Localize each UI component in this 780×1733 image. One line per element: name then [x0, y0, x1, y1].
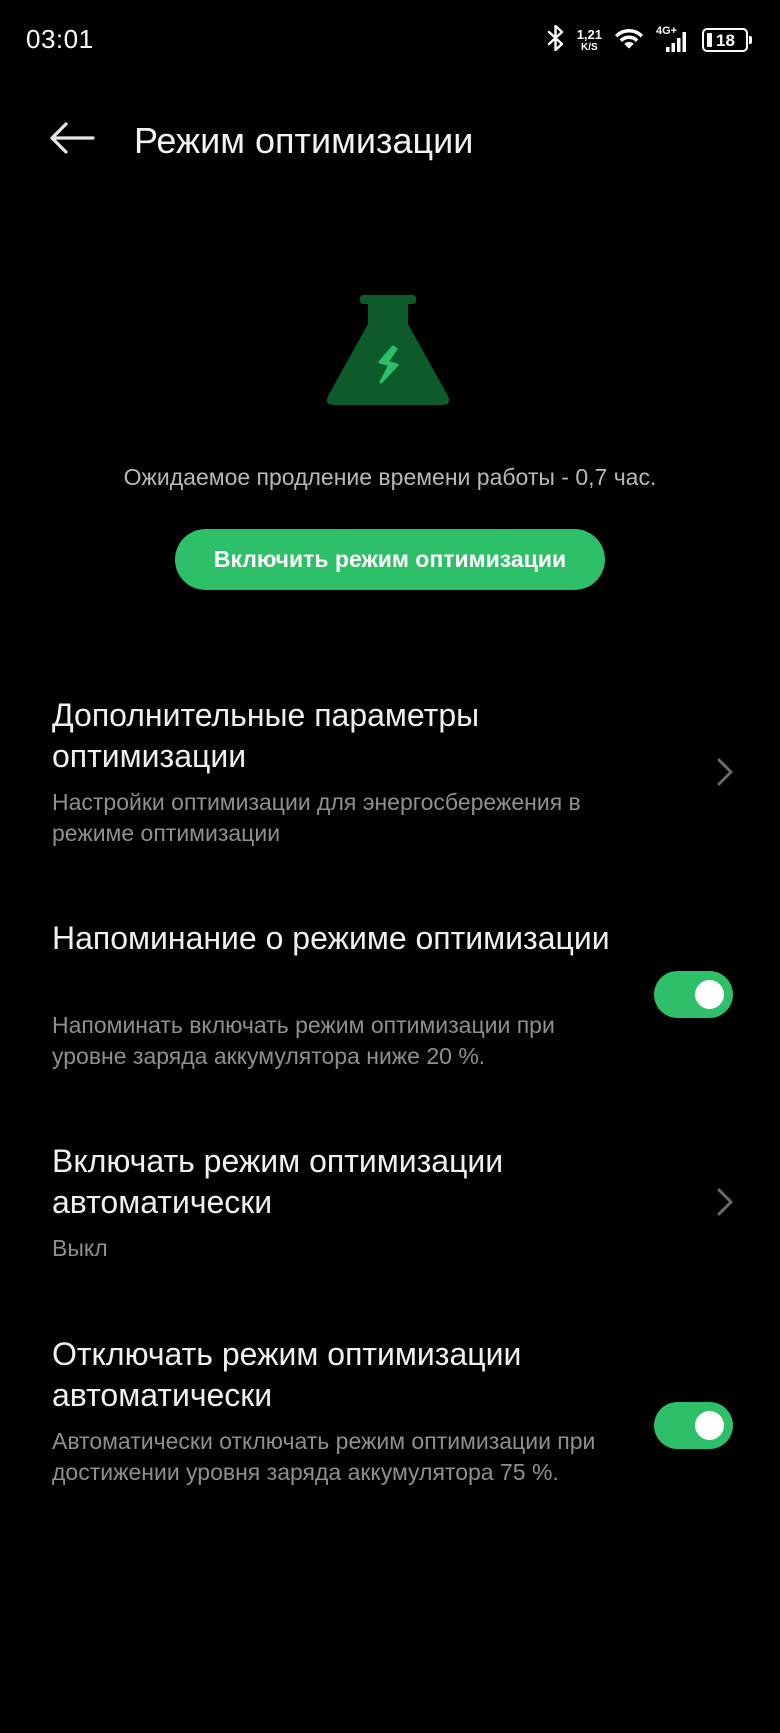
setting-subtitle: Напоминать включать режим оптимизации пр…	[52, 1012, 555, 1069]
battery-extension-estimate: Ожидаемое продление времени работы - 0,7…	[123, 464, 657, 490]
setting-subtitle: Настройки оптимизации для энергосбережен…	[52, 789, 581, 846]
status-icons: 1,21 K/S 4G+ 18	[547, 20, 752, 60]
cellular-signal-icon: 4G+	[656, 26, 690, 54]
enable-optimization-button[interactable]: Включить режим оптимизации	[175, 529, 605, 590]
toggle-knob	[695, 1411, 724, 1440]
network-speed-value: 1,21	[576, 26, 602, 42]
back-arrow-icon	[49, 121, 95, 160]
setting-subtitle: Выкл	[52, 1235, 108, 1261]
app-header: Режим оптимизации	[0, 100, 780, 180]
status-bar: 03:01 1,21 K/S 4G+ 18	[0, 0, 780, 80]
status-time: 03:01	[26, 24, 94, 54]
bluetooth-icon	[547, 24, 565, 56]
battery-icon: 18	[702, 28, 752, 52]
wifi-icon	[614, 26, 644, 55]
setting-subtitle: Автоматически отключать режим оптимизаци…	[52, 1428, 596, 1485]
reminder-toggle[interactable]	[654, 971, 733, 1018]
network-speed: 1,21 K/S	[577, 28, 602, 53]
setting-auto-disable: Отключать режим оптимизации автоматическ…	[0, 1329, 780, 1529]
network-speed-unit: K/S	[581, 41, 598, 53]
battery-fill	[707, 33, 712, 47]
back-button[interactable]	[44, 114, 100, 166]
battery-level: 18	[716, 30, 735, 50]
setting-auto-enable[interactable]: Включать режим оптимизации автоматически…	[0, 1136, 780, 1276]
setting-title: Отключать режим оптимизации автоматическ…	[52, 1336, 522, 1413]
setting-reminder: Напоминание о режиме оптимизации Напомин…	[0, 913, 780, 1083]
chevron-right-icon	[712, 1186, 736, 1218]
page-title: Режим оптимизации	[134, 120, 474, 161]
chevron-right-icon	[712, 756, 736, 788]
setting-title: Напоминание о режиме оптимизации	[52, 920, 610, 956]
setting-advanced-params[interactable]: Дополнительные параметры оптимизации Нас…	[0, 690, 780, 860]
flask-lightning-icon	[318, 292, 458, 410]
setting-title: Дополнительные параметры оптимизации	[52, 697, 480, 774]
toggle-knob	[695, 980, 724, 1009]
setting-title: Включать режим оптимизации автоматически	[52, 1143, 504, 1220]
auto-disable-toggle[interactable]	[654, 1402, 733, 1449]
